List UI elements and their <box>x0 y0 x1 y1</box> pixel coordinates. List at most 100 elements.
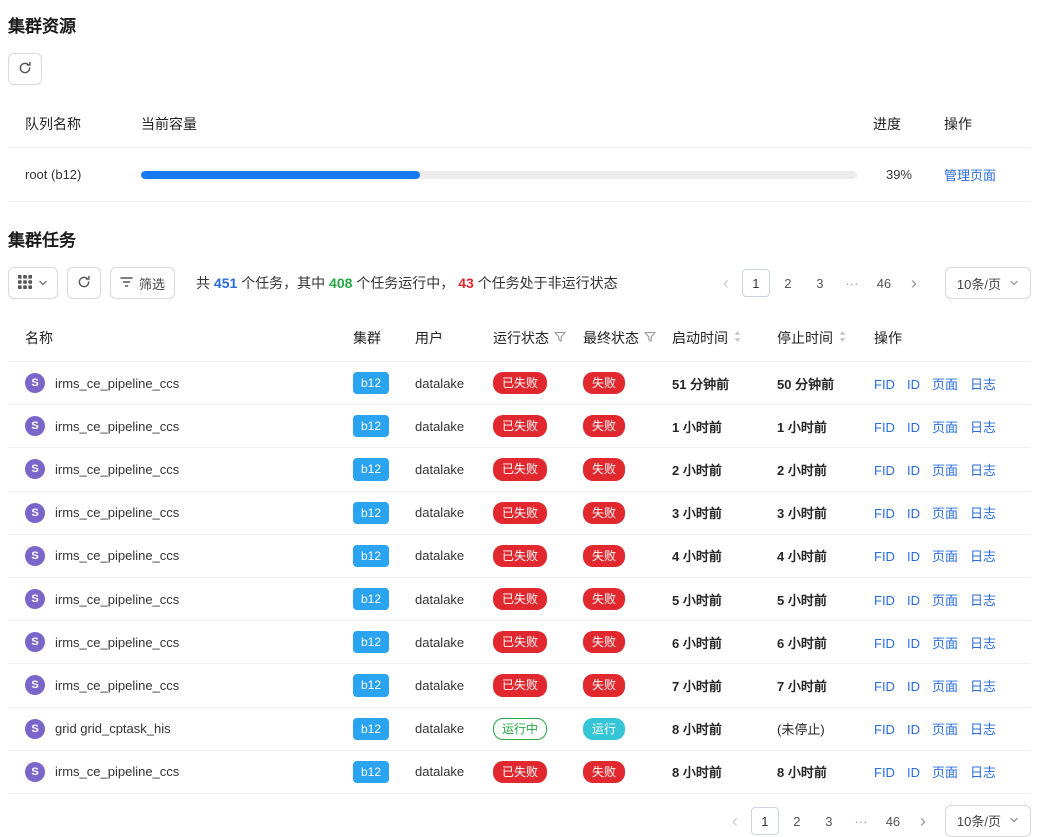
column-header-queue: 队列名称 <box>8 101 133 148</box>
action-link-ID[interactable]: ID <box>907 765 920 780</box>
pagination-prev-icon[interactable]: ‹ <box>714 270 738 296</box>
task-user: datalake <box>407 577 485 620</box>
spark-task-avatar-icon: S <box>25 546 45 566</box>
start-time: 51 分钟前 <box>664 362 769 405</box>
page-size-select-top[interactable]: 10条/页 <box>945 267 1031 299</box>
start-time: 1 小时前 <box>664 405 769 448</box>
tasks-refresh-button[interactable] <box>67 267 101 299</box>
pagination-prev-icon[interactable]: ‹ <box>723 808 747 834</box>
action-link-页面[interactable]: 页面 <box>932 722 958 737</box>
final-status-badge: 失败 <box>583 545 625 567</box>
action-link-FID[interactable]: FID <box>874 636 895 651</box>
action-link-日志[interactable]: 日志 <box>970 679 996 694</box>
pagination-page-2[interactable]: 2 <box>783 807 811 835</box>
action-link-FID[interactable]: FID <box>874 377 895 392</box>
action-link-ID[interactable]: ID <box>907 722 920 737</box>
pagination-page-3[interactable]: 3 <box>815 807 843 835</box>
sort-icon[interactable] <box>838 330 847 346</box>
action-link-日志[interactable]: 日志 <box>970 722 996 737</box>
action-link-页面[interactable]: 页面 <box>932 593 958 608</box>
action-link-ID[interactable]: ID <box>907 506 920 521</box>
page-size-label: 10条/页 <box>957 811 1001 830</box>
pagination-page-46[interactable]: 46 <box>870 269 898 297</box>
task-row: S irms_ce_pipeline_ccs b12 datalake 已失败 … <box>8 405 1031 448</box>
queue-name: root (b12) <box>8 148 133 202</box>
action-link-ID[interactable]: ID <box>907 593 920 608</box>
task-name: irms_ce_pipeline_ccs <box>55 678 179 693</box>
pagination-page-2[interactable]: 2 <box>774 269 802 297</box>
action-link-ID[interactable]: ID <box>907 377 920 392</box>
stop-time: 8 小时前 <box>769 750 866 793</box>
action-link-页面[interactable]: 页面 <box>932 765 958 780</box>
start-time: 5 小时前 <box>664 577 769 620</box>
pagination-page-3[interactable]: 3 <box>806 269 834 297</box>
task-summary: 共 451 个任务，其中 408 个任务运行中， 43 个任务处于非运行状态 <box>196 273 618 293</box>
task-user: datalake <box>407 707 485 750</box>
filter-icon[interactable] <box>554 330 566 346</box>
action-link-ID[interactable]: ID <box>907 636 920 651</box>
spark-task-avatar-icon: S <box>25 503 45 523</box>
column-header-operations: 操作 <box>866 315 1031 362</box>
action-link-页面[interactable]: 页面 <box>932 636 958 651</box>
run-status-badge: 已失败 <box>493 415 547 437</box>
task-name: irms_ce_pipeline_ccs <box>55 376 179 391</box>
pagination-page-1[interactable]: 1 <box>751 807 779 835</box>
filter-button[interactable]: 筛选 <box>110 267 175 299</box>
action-link-页面[interactable]: 页面 <box>932 420 958 435</box>
action-link-FID[interactable]: FID <box>874 420 895 435</box>
action-link-FID[interactable]: FID <box>874 679 895 694</box>
action-link-页面[interactable]: 页面 <box>932 377 958 392</box>
column-header-stop-time: 停止时间 <box>769 315 866 362</box>
action-link-ID[interactable]: ID <box>907 463 920 478</box>
task-actions: FID ID 页面日志 <box>866 405 1031 448</box>
start-time: 8 小时前 <box>664 707 769 750</box>
action-link-页面[interactable]: 页面 <box>932 679 958 694</box>
task-name: irms_ce_pipeline_ccs <box>55 462 179 477</box>
action-link-页面[interactable]: 页面 <box>932 506 958 521</box>
action-link-FID[interactable]: FID <box>874 506 895 521</box>
action-link-日志[interactable]: 日志 <box>970 593 996 608</box>
pagination-page-46[interactable]: 46 <box>879 807 907 835</box>
task-user: datalake <box>407 405 485 448</box>
action-link-FID[interactable]: FID <box>874 549 895 564</box>
start-time: 6 小时前 <box>664 621 769 664</box>
action-link-日志[interactable]: 日志 <box>970 420 996 435</box>
spark-task-avatar-icon: S <box>25 416 45 436</box>
action-link-页面[interactable]: 页面 <box>932 463 958 478</box>
manage-page-link[interactable]: 管理页面 <box>944 168 996 183</box>
pagination-page-1[interactable]: 1 <box>742 269 770 297</box>
task-row: S irms_ce_pipeline_ccs b12 datalake 已失败 … <box>8 534 1031 577</box>
action-link-日志[interactable]: 日志 <box>970 636 996 651</box>
run-status-badge: 已失败 <box>493 588 547 610</box>
run-status-badge: 已失败 <box>493 545 547 567</box>
action-link-FID[interactable]: FID <box>874 765 895 780</box>
action-link-日志[interactable]: 日志 <box>970 549 996 564</box>
page-size-select-bottom[interactable]: 10条/页 <box>945 805 1031 837</box>
resources-refresh-button[interactable] <box>8 53 42 85</box>
action-link-页面[interactable]: 页面 <box>932 549 958 564</box>
cluster-badge: b12 <box>353 631 389 653</box>
action-link-日志[interactable]: 日志 <box>970 506 996 521</box>
tasks-section-title: 集群任务 <box>8 226 1031 251</box>
stop-time: (未停止) <box>769 707 866 750</box>
action-link-ID[interactable]: ID <box>907 420 920 435</box>
action-link-ID[interactable]: ID <box>907 549 920 564</box>
column-header-actions: 操作 <box>920 101 1031 148</box>
action-link-FID[interactable]: FID <box>874 722 895 737</box>
task-user: datalake <box>407 534 485 577</box>
action-link-ID[interactable]: ID <box>907 679 920 694</box>
action-link-日志[interactable]: 日志 <box>970 463 996 478</box>
action-link-FID[interactable]: FID <box>874 593 895 608</box>
action-link-FID[interactable]: FID <box>874 463 895 478</box>
resources-section-title: 集群资源 <box>8 12 1031 37</box>
filter-icon[interactable] <box>644 330 656 346</box>
pagination-next-icon[interactable]: › <box>902 270 926 296</box>
run-status-badge: 已失败 <box>493 372 547 394</box>
sort-icon[interactable] <box>733 330 742 346</box>
action-link-日志[interactable]: 日志 <box>970 765 996 780</box>
cluster-badge: b12 <box>353 718 389 740</box>
action-link-日志[interactable]: 日志 <box>970 377 996 392</box>
pagination-next-icon[interactable]: › <box>911 808 935 834</box>
spark-task-avatar-icon: S <box>25 589 45 609</box>
layout-grid-button[interactable] <box>8 267 58 299</box>
